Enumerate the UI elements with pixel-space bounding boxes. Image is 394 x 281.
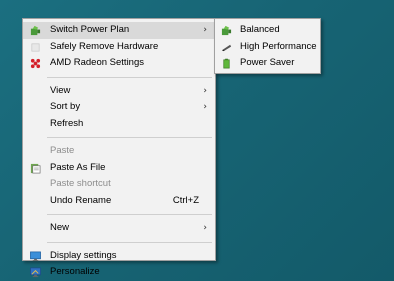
- menu-item-label: Paste As File: [50, 161, 106, 173]
- menu-item-paste-shortcut[interactable]: Paste shortcut: [23, 176, 215, 193]
- menu-item-label: High Performance: [240, 40, 317, 52]
- menu-item-label: Safely Remove Hardware: [50, 40, 159, 52]
- chevron-right-icon: ›: [203, 25, 207, 35]
- menu-item-label: View: [50, 84, 71, 96]
- menu-item-safely-remove-hardware[interactable]: Safely Remove Hardware: [23, 39, 215, 56]
- menu-item-paste[interactable]: Paste: [23, 143, 215, 160]
- menu-item-label: Power Saver: [240, 57, 295, 68]
- menu-item-view[interactable]: View ›: [23, 83, 215, 100]
- menu-item-label: Personalize: [50, 266, 100, 277]
- menu-item-personalize[interactable]: Personalize: [23, 264, 215, 281]
- paste-as-file-icon: [30, 163, 41, 173]
- menu-separator: [47, 214, 212, 215]
- power-plan-icon: [30, 25, 41, 36]
- desktop-context-menu: Switch Power Plan › Safely Remove Hardwa…: [22, 18, 216, 278]
- menu-item-label: Paste: [50, 145, 75, 156]
- high-performance-icon: [221, 44, 232, 51]
- menu-item-balanced[interactable]: Balanced: [215, 22, 320, 39]
- menu-item-label: Sort by: [50, 101, 81, 112]
- menu-item-paste-as-file[interactable]: Paste As File: [23, 160, 215, 177]
- menu-item-label: Display settings: [50, 249, 117, 261]
- keyboard-shortcut: Ctrl+Z: [172, 194, 199, 206]
- display-icon: [30, 251, 41, 261]
- power-saver-icon: [223, 58, 230, 69]
- personalize-icon: [30, 267, 41, 278]
- power-plan-submenu: Balanced High Performance Power Saver: [214, 18, 321, 74]
- balanced-plan-icon: [221, 25, 232, 36]
- usb-icon: [31, 42, 40, 52]
- menu-item-high-performance[interactable]: High Performance: [215, 39, 320, 56]
- menu-item-label: Refresh: [50, 117, 84, 129]
- menu-item-refresh[interactable]: Refresh: [23, 116, 215, 133]
- menu-separator: [47, 76, 212, 78]
- menu-item-switch-power-plan[interactable]: Switch Power Plan ›: [23, 22, 215, 39]
- amd-radeon-icon: [30, 58, 41, 69]
- menu-item-sort-by[interactable]: Sort by ›: [23, 99, 215, 116]
- chevron-right-icon: ›: [203, 102, 207, 112]
- menu-item-label: Switch Power Plan: [50, 24, 130, 35]
- chevron-right-icon: ›: [203, 223, 207, 233]
- menu-item-new[interactable]: New ›: [23, 220, 215, 237]
- menu-item-label: Balanced: [240, 24, 280, 35]
- menu-item-label: Paste shortcut: [50, 178, 111, 189]
- menu-item-label: AMD Radeon Settings: [50, 57, 144, 68]
- menu-item-label: Undo Rename: [50, 194, 112, 206]
- menu-item-power-saver[interactable]: Power Saver: [215, 55, 320, 72]
- menu-separator: [47, 241, 212, 243]
- menu-separator: [47, 137, 212, 138]
- menu-item-amd-radeon-settings[interactable]: AMD Radeon Settings: [23, 55, 215, 72]
- menu-item-label: New: [50, 222, 70, 233]
- menu-item-undo-rename[interactable]: Undo Rename Ctrl+Z: [23, 193, 215, 210]
- chevron-right-icon: ›: [203, 85, 207, 96]
- menu-item-display-settings[interactable]: Display settings: [23, 248, 215, 265]
